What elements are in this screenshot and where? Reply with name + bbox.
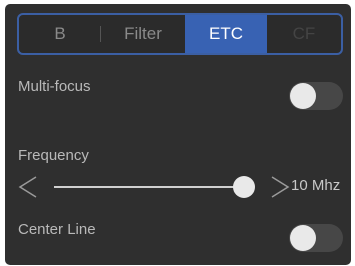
tab-b[interactable]: B [19, 15, 101, 53]
tab-cf-label: CF [292, 24, 316, 43]
tab-filter-label: Filter [124, 24, 162, 43]
frequency-value: 10 Mhz [291, 177, 341, 194]
toggle-knob [290, 83, 316, 109]
tab-cf[interactable]: CF [267, 15, 341, 53]
tab-etc[interactable]: ETC [185, 15, 267, 53]
multi-focus-toggle[interactable] [289, 82, 343, 110]
chevron-right-icon[interactable] [268, 175, 292, 199]
multi-focus-label: Multi-focus [18, 78, 91, 95]
frequency-slider-thumb[interactable] [233, 176, 255, 198]
mode-tab-bar: B Filter ETC CF [17, 13, 343, 55]
tab-filter[interactable]: Filter [101, 15, 185, 53]
tab-etc-label: ETC [209, 24, 243, 43]
tab-b-label: B [54, 24, 66, 43]
toggle-knob [290, 225, 316, 251]
settings-panel: B Filter ETC CF Multi-focus Frequency 10… [5, 4, 351, 265]
frequency-slider-track[interactable] [54, 186, 243, 188]
center-line-label: Center Line [18, 221, 96, 238]
chevron-left-icon[interactable] [16, 175, 40, 199]
center-line-toggle[interactable] [289, 224, 343, 252]
frequency-label: Frequency [18, 147, 89, 164]
